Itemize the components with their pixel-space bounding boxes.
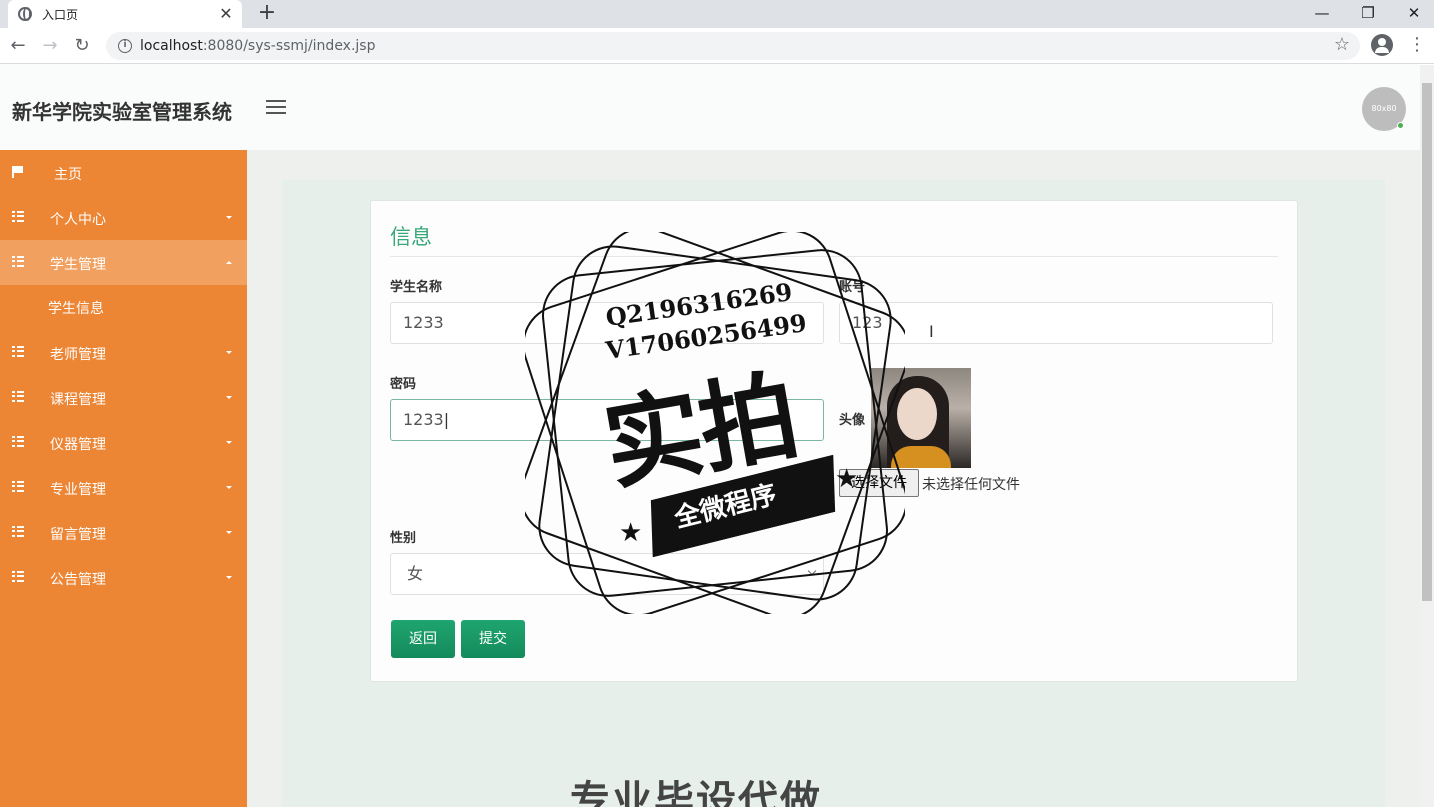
sidebar-item-label: 课程管理 [50, 392, 106, 408]
address-bar-row: ← → ↻ i localhost:8080/sys-ssmj/index.js… [0, 28, 1434, 64]
grid-icon [12, 436, 24, 448]
sidebar-item-label: 专业管理 [50, 482, 106, 498]
sidebar-subitem-label: 学生信息 [48, 301, 104, 317]
reload-icon[interactable]: ↻ [70, 34, 94, 58]
account-label: 账号 [839, 280, 866, 295]
gender-select[interactable]: 女 [390, 553, 824, 595]
profile-icon[interactable] [1371, 34, 1393, 56]
globe-icon [18, 7, 32, 21]
password-label: 密码 [390, 377, 417, 392]
browser-tab-strip: 入口页 ✕ + — ❐ ✕ [0, 0, 1434, 28]
avatar-label: 头像 [839, 413, 866, 428]
divider [390, 256, 1278, 257]
account-input[interactable]: 123 [839, 302, 1273, 344]
caret-down-icon [226, 576, 232, 579]
back-arrow-icon[interactable]: ← [6, 34, 30, 58]
new-tab-button[interactable]: + [256, 1, 278, 25]
info-form-card: 信息 [370, 200, 1298, 682]
bottom-watermark-text: 专业毕设代做 [570, 778, 822, 807]
browser-menu-icon[interactable]: ⋮ [1408, 34, 1426, 56]
caret-down-icon [226, 531, 232, 534]
caret-up-icon [226, 261, 232, 264]
back-button[interactable]: 返回 [391, 620, 455, 658]
avatar-preview-image [871, 368, 971, 468]
sidebar-item-home[interactable]: 主页 [0, 150, 247, 195]
flag-icon [12, 166, 24, 178]
caret-down-icon [226, 486, 232, 489]
browser-tab[interactable]: 入口页 ✕ [8, 0, 242, 28]
sidebar-item-personal-center[interactable]: 个人中心 [0, 195, 247, 240]
sidebar-item-student-management[interactable]: 学生管理 [0, 240, 247, 285]
minimize-button[interactable]: — [1299, 0, 1345, 28]
page-scrollbar[interactable] [1420, 65, 1434, 807]
file-status-text: 未选择任何文件 [922, 477, 1020, 493]
sidebar-item-label: 学生管理 [50, 257, 106, 273]
grid-icon [12, 481, 24, 493]
form-title: 信息 [390, 225, 432, 249]
gender-selected-value: 女 [407, 564, 424, 583]
window-close-button[interactable]: ✕ [1391, 0, 1434, 28]
sidebar-item-instrument-management[interactable]: 仪器管理 [0, 420, 247, 465]
grid-icon [12, 391, 24, 403]
sidebar: 主页 个人中心 学生管理 学生信息 老师管理 课程管理 仪器管理 专业管理 留言… [0, 150, 247, 807]
scrollbar-thumb[interactable] [1422, 83, 1432, 601]
url-field[interactable]: i localhost:8080/sys-ssmj/index.jsp ☆ [106, 32, 1360, 60]
sidebar-item-teacher-management[interactable]: 老师管理 [0, 330, 247, 375]
restore-button[interactable]: ❐ [1345, 0, 1391, 28]
tab-title: 入口页 [42, 7, 79, 22]
sidebar-subitem-student-info[interactable]: 学生信息 [0, 285, 247, 329]
sidebar-item-label: 留言管理 [50, 527, 106, 543]
sidebar-item-major-management[interactable]: 专业管理 [0, 465, 247, 510]
sidebar-item-notice-management[interactable]: 公告管理 [0, 555, 247, 600]
password-value: 1233 [403, 410, 444, 429]
sidebar-item-label: 个人中心 [50, 212, 106, 228]
caret-down-icon [226, 351, 232, 354]
info-icon[interactable]: i [118, 39, 132, 53]
choose-file-button[interactable]: 选择文件 [839, 469, 919, 497]
grid-icon [12, 346, 24, 358]
gender-label: 性别 [390, 531, 417, 546]
sidebar-item-label: 仪器管理 [50, 437, 106, 453]
online-status-dot [1397, 122, 1404, 129]
sidebar-item-message-management[interactable]: 留言管理 [0, 510, 247, 555]
caret-down-icon [226, 396, 232, 399]
student-name-label: 学生名称 [390, 280, 443, 295]
grid-icon [12, 571, 24, 583]
student-name-input[interactable]: 1233 [390, 302, 824, 344]
grid-icon [12, 211, 24, 223]
user-avatar[interactable]: 80x80 [1362, 87, 1406, 131]
caret-down-icon [226, 216, 232, 219]
grid-icon [12, 526, 24, 538]
bookmark-star-icon[interactable]: ☆ [1334, 34, 1350, 55]
sidebar-item-label: 老师管理 [50, 347, 106, 363]
sidebar-item-label: 主页 [54, 167, 82, 183]
app-title: 新华学院实验室管理系统 [12, 100, 232, 124]
close-tab-icon[interactable]: ✕ [216, 4, 236, 24]
password-input[interactable]: 1233| [390, 399, 824, 441]
forward-arrow-icon[interactable]: → [38, 34, 62, 58]
caret-down-icon [226, 441, 232, 444]
grid-icon [12, 256, 24, 268]
hamburger-menu-icon[interactable] [266, 100, 286, 116]
sidebar-item-label: 公告管理 [50, 572, 106, 588]
url-text: localhost:8080/sys-ssmj/index.jsp [140, 38, 376, 54]
chevron-down-icon [807, 566, 817, 576]
submit-button[interactable]: 提交 [461, 620, 525, 658]
sidebar-item-course-management[interactable]: 课程管理 [0, 375, 247, 420]
app-header: 新华学院实验室管理系统 80x80 [0, 65, 1420, 150]
text-cursor-icon: I [929, 322, 934, 341]
